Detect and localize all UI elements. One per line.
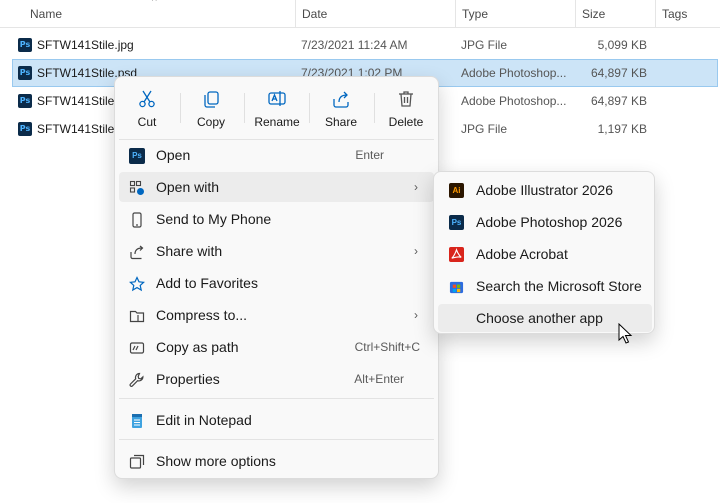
show-more-icon (129, 454, 145, 469)
menu-item-shortcut: Alt+Enter (354, 372, 404, 386)
share-button[interactable]: Share (313, 85, 369, 135)
copy-label: Copy (196, 115, 225, 129)
menu-item-shortcut: Enter (355, 148, 384, 162)
submenu-item-photoshop[interactable]: Ps Adobe Photoshop 2026 (438, 208, 652, 236)
menu-item-label: Compress to... (156, 307, 248, 323)
column-header-type[interactable]: Type (455, 0, 488, 28)
menu-divider (119, 398, 434, 399)
menu-item-label: Share with (156, 243, 223, 259)
photoshop-icon: Ps (129, 148, 145, 164)
submenu-item-label: Search the Microsoft Store (476, 278, 642, 294)
menu-item-open-with[interactable]: Open with › (119, 172, 434, 202)
file-date: 7/23/2021 11:24 AM (301, 38, 408, 52)
quick-divider (180, 93, 181, 123)
menu-item-add-favorites[interactable]: Add to Favorites (119, 268, 434, 298)
menu-item-label: Show more options (156, 453, 276, 469)
open-with-submenu: Ai Adobe Illustrator 2026 Ps Adobe Photo… (433, 171, 655, 334)
sort-ascending-icon: ^ (152, 0, 157, 7)
menu-item-properties[interactable]: Properties Alt+Enter (119, 364, 434, 394)
column-header-bar: ^ Name Date Type Size Tags (0, 0, 720, 28)
photoshop-icon: Ps (449, 215, 464, 230)
copy-button[interactable]: Copy (183, 85, 239, 135)
rename-button[interactable]: Rename (247, 85, 307, 135)
chevron-right-icon: › (414, 244, 418, 258)
cut-button[interactable]: Cut (119, 85, 175, 135)
menu-item-edit-notepad[interactable]: Edit in Notepad (119, 405, 434, 435)
submenu-item-illustrator[interactable]: Ai Adobe Illustrator 2026 (438, 176, 652, 204)
context-menu: Cut Copy Rename Share Delete Ps Open Ent… (114, 76, 439, 479)
menu-item-label: Properties (156, 371, 220, 387)
photoshop-file-icon: Ps (18, 38, 32, 52)
submenu-item-store[interactable]: Search the Microsoft Store (438, 272, 652, 300)
menu-item-label: Open (156, 147, 191, 163)
share-icon (333, 91, 349, 108)
submenu-item-label: Choose another app (476, 310, 603, 326)
acrobat-icon (449, 247, 464, 262)
file-size: 5,099 KB (597, 38, 647, 52)
share-label: Share (324, 115, 358, 129)
menu-item-show-more[interactable]: Show more options (119, 446, 434, 476)
menu-item-send-to-phone[interactable]: Send to My Phone (119, 204, 434, 234)
quick-action-bar: Cut Copy Rename Share Delete (115, 81, 438, 137)
quick-divider (309, 93, 310, 123)
menu-divider (119, 439, 434, 440)
submenu-item-label: Adobe Acrobat (476, 246, 568, 262)
column-header-size[interactable]: Size (575, 0, 605, 28)
copy-path-icon (129, 342, 145, 354)
wrench-icon (129, 372, 144, 387)
file-name: SFTW141StileA (37, 94, 123, 108)
menu-item-label: Copy as path (156, 339, 239, 355)
delete-button[interactable]: Delete (378, 85, 434, 135)
file-row[interactable]: Ps SFTW141Stile.jpg 7/23/2021 11:24 AM J… (14, 31, 720, 59)
file-name: SFTW141Stile- (37, 122, 119, 136)
quick-divider (244, 93, 245, 123)
file-size: 64,897 KB (590, 66, 647, 80)
menu-item-label: Send to My Phone (156, 211, 272, 227)
photoshop-file-icon: Ps (18, 94, 32, 108)
file-size: 64,897 KB (590, 94, 647, 108)
menu-item-label: Open with (156, 179, 220, 195)
menu-item-open[interactable]: Ps Open Enter (119, 140, 434, 170)
copy-icon (204, 91, 219, 108)
cut-label: Cut (137, 115, 157, 129)
illustrator-icon: Ai (449, 183, 464, 198)
chevron-right-icon: › (414, 308, 418, 322)
share-with-icon (130, 245, 144, 260)
submenu-item-label: Adobe Photoshop 2026 (476, 214, 623, 230)
menu-item-label: Edit in Notepad (156, 412, 252, 428)
open-with-icon (129, 180, 144, 195)
column-header-name[interactable]: Name (24, 0, 62, 28)
file-size: 1,197 KB (597, 122, 647, 136)
menu-item-compress[interactable]: Compress to... › (119, 300, 434, 330)
trash-icon (399, 91, 413, 107)
rename-label: Rename (254, 115, 300, 129)
file-name: SFTW141Stile.jpg (37, 38, 134, 52)
menu-item-shortcut: Ctrl+Shift+C (354, 340, 420, 354)
menu-item-label: Add to Favorites (156, 275, 258, 291)
chevron-right-icon: › (414, 180, 418, 194)
delete-label: Delete (388, 115, 424, 129)
photoshop-file-icon: Ps (18, 66, 32, 80)
submenu-item-label: Adobe Illustrator 2026 (476, 182, 613, 198)
star-icon (129, 276, 145, 292)
zip-folder-icon (129, 310, 145, 323)
menu-item-share-with[interactable]: Share with › (119, 236, 434, 266)
column-header-date[interactable]: Date (295, 0, 327, 28)
mouse-cursor-icon (618, 323, 633, 344)
phone-icon (132, 212, 142, 228)
submenu-item-acrobat[interactable]: Adobe Acrobat (438, 240, 652, 268)
photoshop-file-icon: Ps (18, 122, 32, 136)
scissors-icon (139, 90, 155, 108)
quick-divider (374, 93, 375, 123)
file-type: JPG File (461, 38, 508, 52)
microsoft-store-icon (449, 281, 464, 294)
rename-icon (268, 91, 286, 106)
menu-item-copy-path[interactable]: Copy as path Ctrl+Shift+C (119, 332, 434, 362)
notepad-icon (132, 414, 142, 428)
column-header-tags[interactable]: Tags (655, 0, 687, 28)
file-type: JPG File (461, 122, 508, 136)
